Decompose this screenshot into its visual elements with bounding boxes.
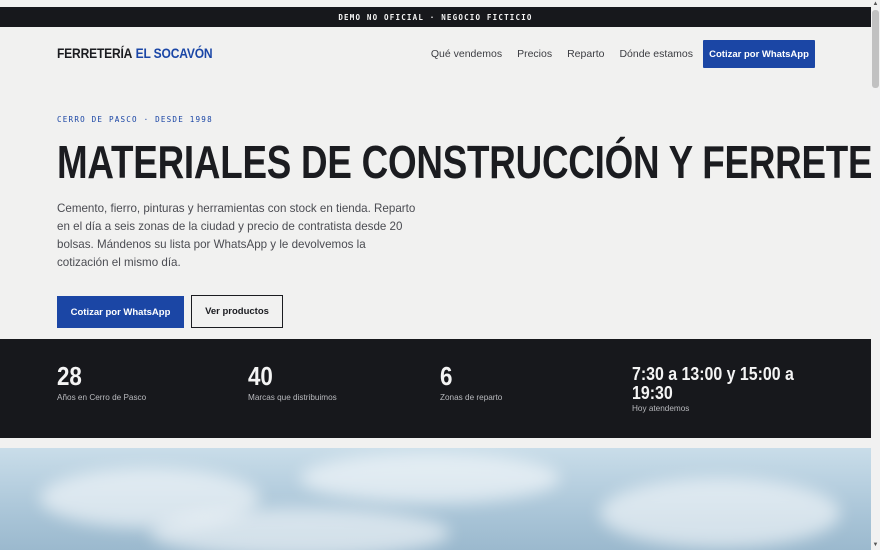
logo-text-accent: EL SOCAVÓN — [135, 45, 213, 61]
scrollbar-thumb[interactable] — [872, 10, 879, 88]
nav-link-precios[interactable]: Precios — [517, 48, 552, 60]
hero-eyebrow: CERRO DE PASCO · DESDE 1998 — [57, 115, 213, 124]
demo-banner-text: DEMO NO OFICIAL · NEGOCIO FICTICIO — [338, 12, 533, 22]
stats-band: 28 Años en Cerro de Pasco 40 Marcas que … — [0, 339, 871, 438]
hero-sky-photo — [0, 448, 871, 550]
stat-hours-value: 7:30 a 13:00 y 15:00 a 19:30 — [632, 363, 794, 403]
stat-zones-label: Zonas de reparto — [440, 393, 503, 402]
page-scrollbar[interactable]: ▲ ▼ — [871, 0, 880, 550]
stat-zones-value: 6 — [440, 361, 453, 391]
stat-years-value: 28 — [57, 361, 82, 391]
stat-hours: 7:30 a 13:00 y 15:00 a 19:30 Hoy atendem… — [632, 364, 837, 413]
view-products-button[interactable]: Ver productos — [191, 295, 283, 328]
stat-brands-value: 40 — [248, 361, 273, 391]
stat-zones: 6 Zonas de reparto — [440, 361, 502, 402]
stat-hours-label: Hoy atendemos — [632, 404, 690, 413]
site-logo[interactable]: FERRETERÍA EL SOCAVÓN — [57, 45, 213, 61]
hero-title: MATERIALES DE CONSTRUCCIÓN Y FERRETERÍA — [57, 136, 871, 188]
stat-brands-label: Marcas que distribuimos — [248, 393, 337, 402]
demo-banner: DEMO NO OFICIAL · NEGOCIO FICTICIO — [0, 7, 871, 27]
triangle-down-icon[interactable]: ▼ — [872, 542, 879, 549]
main-nav: Qué vendemos Precios Reparto Dónde estam… — [431, 48, 693, 60]
stat-years-label: Años en Cerro de Pasco — [57, 393, 147, 402]
stat-brands: 40 Marcas que distribuimos — [248, 361, 337, 402]
triangle-up-icon[interactable]: ▲ — [872, 1, 879, 8]
stat-years: 28 Años en Cerro de Pasco — [57, 361, 146, 402]
logo-text-primary: FERRETERÍA — [57, 45, 133, 61]
hero-description: Cemento, fierro, pinturas y herramientas… — [57, 202, 416, 269]
site-header: FERRETERÍA EL SOCAVÓN Qué vendemos Precio… — [0, 27, 871, 82]
page-viewport: DEMO NO OFICIAL · NEGOCIO FICTICIO FERRE… — [0, 0, 871, 550]
nav-link-que-vendemos[interactable]: Qué vendemos — [431, 48, 502, 60]
nav-link-reparto[interactable]: Reparto — [567, 48, 604, 60]
top-strip — [0, 0, 871, 7]
header-whatsapp-button[interactable]: Cotizar por WhatsApp — [703, 40, 815, 68]
nav-link-donde-estamos[interactable]: Dónde estamos — [619, 48, 693, 60]
hero-section: CERRO DE PASCO · DESDE 1998 MATERIALES D… — [0, 82, 871, 339]
hero-whatsapp-button[interactable]: Cotizar por WhatsApp — [57, 296, 184, 328]
